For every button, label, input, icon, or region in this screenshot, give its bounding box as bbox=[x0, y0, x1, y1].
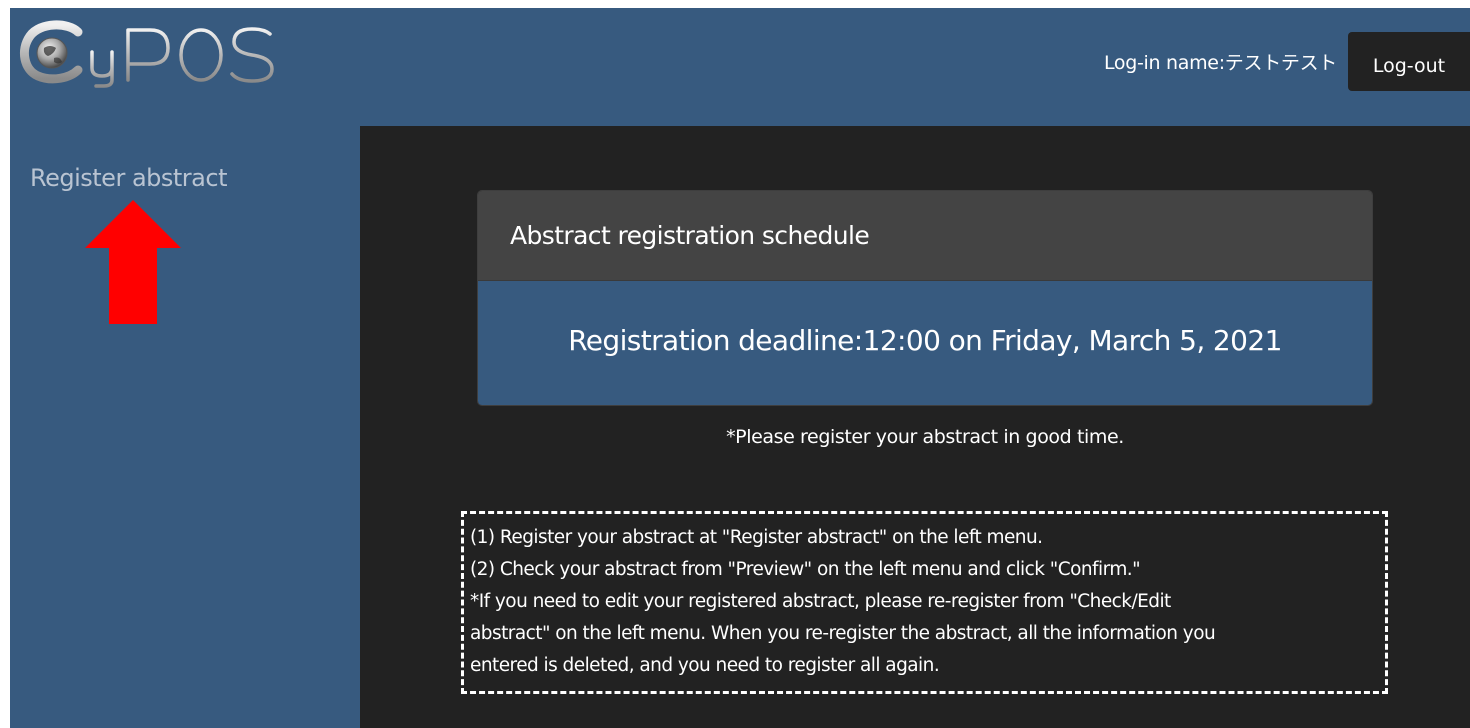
main-content: Abstract registration schedule Registrat… bbox=[360, 126, 1470, 728]
login-name-label: Log-in name:テストテスト bbox=[1103, 52, 1337, 74]
schedule-card-title: Abstract registration schedule bbox=[478, 191, 1372, 281]
instruction-line: *If you need to edit your registered abs… bbox=[470, 591, 1171, 612]
register-notice: *Please register your abstract in good t… bbox=[726, 426, 1124, 448]
registration-deadline: Registration deadline:12:00 on Friday, M… bbox=[478, 281, 1372, 405]
instructions-box: (1) Register your abstract at "Register … bbox=[461, 511, 1388, 694]
instruction-line: abstract" on the left menu. When you re-… bbox=[470, 623, 1216, 644]
logout-button[interactable]: Log-out bbox=[1348, 32, 1470, 91]
red-up-arrow-icon bbox=[85, 200, 181, 324]
sidebar: Register abstract bbox=[10, 126, 360, 728]
instruction-line: (1) Register your abstract at "Register … bbox=[470, 527, 1043, 548]
cypos-logo[interactable] bbox=[18, 18, 278, 88]
app-window: Log-in name:テストテスト Log-out Register abst… bbox=[10, 8, 1470, 728]
instruction-line: entered is deleted, and you need to regi… bbox=[470, 655, 940, 676]
schedule-card: Abstract registration schedule Registrat… bbox=[477, 190, 1373, 406]
sidebar-item-register-abstract[interactable]: Register abstract bbox=[30, 164, 227, 192]
instruction-line: (2) Check your abstract from "Preview" o… bbox=[470, 559, 1141, 580]
header: Log-in name:テストテスト Log-out bbox=[10, 8, 1470, 126]
